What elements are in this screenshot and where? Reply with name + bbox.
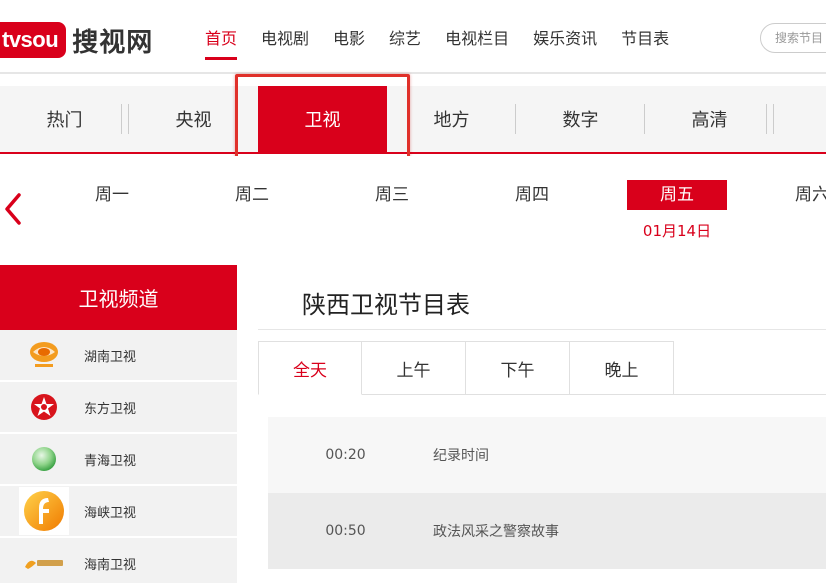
- category-digital[interactable]: 数字: [516, 86, 645, 152]
- sidebar-item-label: 青海卫视: [84, 453, 137, 469]
- dragon-tv-logo: [16, 383, 72, 431]
- program-list: 00:20 纪录时间 00:50 政法风采之警察故事: [268, 417, 826, 569]
- category-hot[interactable]: 热门: [0, 86, 129, 152]
- category-divider: [121, 104, 122, 134]
- program-time: 00:50: [325, 523, 366, 539]
- tab-morning[interactable]: 上午: [362, 341, 466, 395]
- sidebar-item-hunan[interactable]: 湖南卫视: [0, 330, 237, 382]
- hainan-tv-logo: [16, 539, 72, 583]
- hunan-tv-logo: [16, 331, 72, 379]
- channel-sidebar: 卫视频道 湖南卫视 东方卫视 青海卫视 海峡卫视 海南卫视: [0, 265, 237, 583]
- category-entertainment[interactable]: 娱: [774, 86, 826, 152]
- category-divider: [766, 104, 767, 134]
- category-hd[interactable]: 高清: [645, 86, 774, 152]
- day-friday[interactable]: 周五: [627, 180, 727, 210]
- sidebar-title: 卫视频道: [0, 265, 237, 330]
- day-thursday[interactable]: 周四: [482, 180, 582, 210]
- list-item[interactable]: 00:20 纪录时间: [268, 417, 826, 493]
- nav-tv-columns[interactable]: 电视栏目: [445, 22, 509, 60]
- nav-tv-series[interactable]: 电视剧: [261, 22, 309, 60]
- category-local[interactable]: 地方: [387, 86, 516, 152]
- program-name: 纪录时间: [433, 448, 489, 464]
- sidebar-item-label: 东方卫视: [84, 401, 137, 417]
- program-time: 00:20: [325, 447, 366, 463]
- schedule-panel: 陕西卫视节目表 全天 上午 下午 晚上 00:20 纪录时间 00:50 政法风…: [258, 265, 826, 583]
- search-input[interactable]: 搜索节目: [760, 23, 826, 53]
- tab-all-day[interactable]: 全天: [258, 341, 362, 395]
- main-nav: 首页 电视剧 电影 综艺 电视栏目 娱乐资讯 节目表: [205, 22, 693, 60]
- nav-movies[interactable]: 电影: [333, 22, 365, 60]
- day-saturday[interactable]: 周六: [762, 180, 826, 210]
- qinghai-tv-logo: [16, 435, 72, 483]
- site-logo[interactable]: tvsou 搜视网: [0, 22, 153, 58]
- haixia-tv-logo: [19, 487, 69, 535]
- week-selector: 周一 周二 周三 周四 周五 01月14日 周六: [0, 156, 826, 264]
- site-header: tvsou 搜视网 首页 电视剧 电影 综艺 电视栏目 娱乐资讯 节目表 搜索节…: [0, 0, 826, 74]
- program-name: 政法风采之警察故事: [433, 524, 559, 540]
- category-satellite[interactable]: 卫视: [258, 86, 387, 152]
- logo-text: 搜视网: [72, 27, 154, 58]
- nav-variety[interactable]: 综艺: [389, 22, 421, 60]
- nav-ent-news[interactable]: 娱乐资讯: [533, 22, 597, 60]
- channel-category-bar: 热门 央视 卫视 地方 数字 高清 娱: [0, 86, 826, 154]
- sidebar-item-label: 海南卫视: [84, 557, 137, 573]
- nav-schedule[interactable]: 节目表: [621, 22, 669, 60]
- day-wednesday[interactable]: 周三: [342, 180, 442, 210]
- day-monday[interactable]: 周一: [62, 180, 162, 210]
- sidebar-item-label: 海峡卫视: [84, 505, 137, 521]
- time-tabs: 全天 上午 下午 晚上: [258, 341, 674, 395]
- list-item[interactable]: 00:50 政法风采之警察故事: [268, 493, 826, 569]
- sidebar-item-hainan[interactable]: 海南卫视: [0, 538, 237, 583]
- chevron-left-icon[interactable]: [3, 192, 23, 226]
- divider: [674, 394, 826, 395]
- sidebar-item-haixia[interactable]: 海峡卫视: [0, 486, 237, 538]
- sidebar-item-label: 湖南卫视: [84, 349, 137, 365]
- tab-evening[interactable]: 晚上: [570, 341, 674, 395]
- logo-mark: tvsou: [0, 22, 67, 58]
- divider: [258, 329, 826, 330]
- tab-afternoon[interactable]: 下午: [466, 341, 570, 395]
- day-tuesday[interactable]: 周二: [202, 180, 302, 210]
- sidebar-item-qinghai[interactable]: 青海卫视: [0, 434, 237, 486]
- sidebar-item-dragon[interactable]: 东方卫视: [0, 382, 237, 434]
- active-date: 01月14日: [642, 222, 712, 240]
- category-cctv[interactable]: 央视: [129, 86, 258, 152]
- nav-home[interactable]: 首页: [205, 22, 238, 60]
- page-title: 陕西卫视节目表: [302, 291, 470, 319]
